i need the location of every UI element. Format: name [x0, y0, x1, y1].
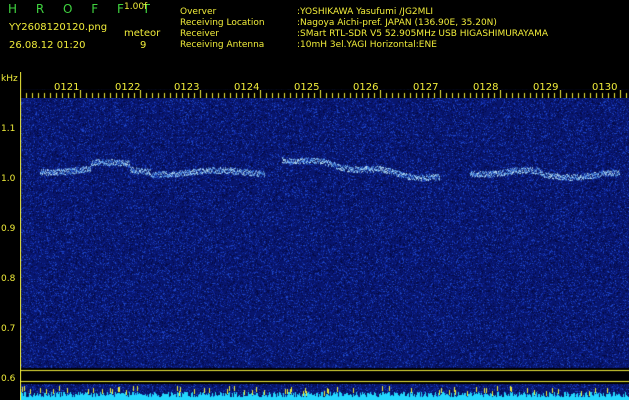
x-tick-0128: 0128	[473, 82, 499, 93]
info-key-location: Receiving Location	[180, 18, 265, 28]
info-value-antenna: :10mH 3el.YAGI Horizontal:ENE	[297, 40, 437, 50]
y-tick-0.7: 0.7	[1, 324, 16, 334]
x-tick-0127: 0127	[413, 82, 439, 93]
timestamp: 26.08.12 01:20	[9, 40, 86, 51]
info-key-observer: Overver	[180, 7, 217, 17]
y-tick-0.6: 0.6	[1, 374, 16, 384]
x-tick-0130: 0130	[592, 82, 618, 93]
info-key-antenna: Receiving Antenna	[180, 40, 265, 50]
spectrogram	[20, 72, 629, 400]
x-tick-0121: 0121	[54, 82, 80, 93]
x-tick-0125: 0125	[294, 82, 320, 93]
info-value-observer: :YOSHIKAWA Yasufumi /JG2MLI	[297, 7, 434, 17]
axis-unit: kHz	[1, 74, 18, 84]
file-name: YY2608120120.png	[9, 22, 108, 33]
x-tick-0122: 0122	[115, 82, 141, 93]
y-tick-1.1: 1.1	[1, 124, 16, 134]
info-value-receiver: :SMart RTL-SDR V5 52.905MHz USB HIGASHIM…	[297, 29, 549, 39]
y-tick-1.0: 1.0	[1, 174, 16, 184]
y-tick-0.8: 0.8	[1, 274, 16, 284]
x-tick-0124: 0124	[234, 82, 260, 93]
x-tick-0123: 0123	[174, 82, 200, 93]
meteor-label: meteor	[124, 28, 161, 39]
x-tick-0129: 0129	[533, 82, 559, 93]
info-key-receiver: Receiver	[180, 29, 219, 39]
meteor-count: 9	[140, 40, 147, 51]
info-value-location: :Nagoya Aichi-pref. JAPAN (136.90E, 35.2…	[297, 18, 497, 28]
version-label: 1.00f	[124, 2, 148, 12]
y-tick-0.9: 0.9	[1, 224, 16, 234]
hroft-window: H R O F F T 1.00f YY2608120120.png 26.08…	[0, 0, 629, 400]
x-tick-0126: 0126	[353, 82, 379, 93]
